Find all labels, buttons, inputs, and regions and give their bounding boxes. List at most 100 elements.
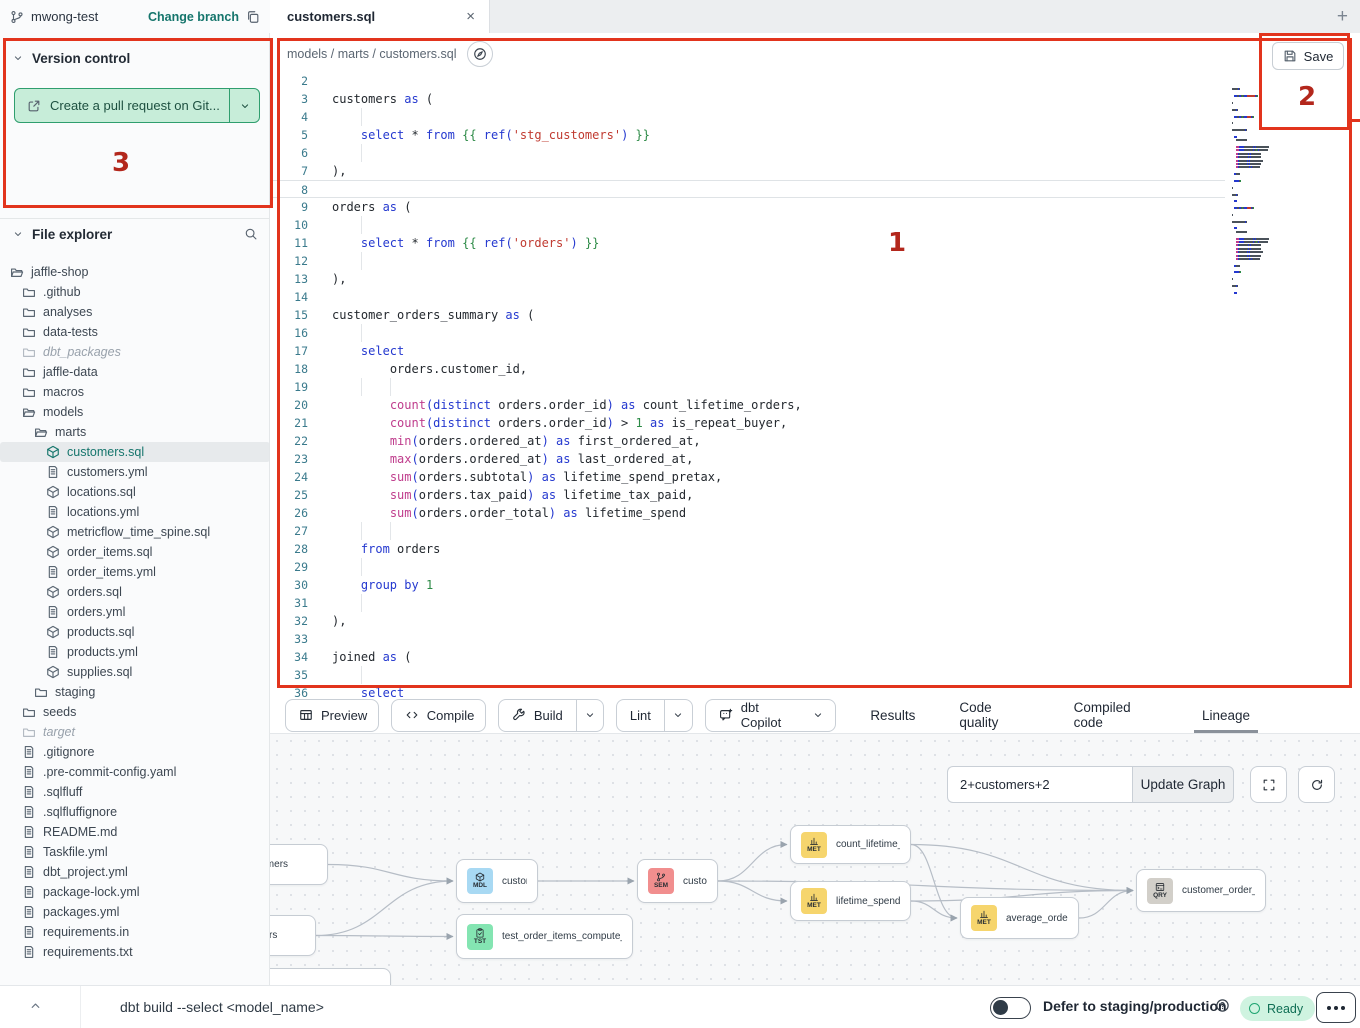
code-line-32[interactable]: 32),	[270, 612, 1360, 630]
tree-item-readme-md[interactable]: README.md	[0, 822, 270, 842]
tree-item-packages-yml[interactable]: packages.yml	[0, 902, 270, 922]
tree-item-marts[interactable]: marts	[0, 422, 270, 442]
code-line-28[interactable]: 28from orders	[270, 540, 1360, 558]
tree-item-locations-sql[interactable]: locations.sql	[0, 482, 270, 502]
tree-item-dbt-project-yml[interactable]: dbt_project.yml	[0, 862, 270, 882]
tree-item-macros[interactable]: macros	[0, 382, 270, 402]
tree-item-products-yml[interactable]: products.yml	[0, 642, 270, 662]
tree-item-taskfile-yml[interactable]: Taskfile.yml	[0, 842, 270, 862]
defer-toggle[interactable]	[990, 997, 1031, 1019]
lineage-selector-input[interactable]	[947, 766, 1132, 803]
compass-icon[interactable]	[467, 41, 493, 67]
code-line-29[interactable]: 29	[270, 558, 1360, 576]
graph-node-qry_metrics[interactable]: QRYcustomer_order_metrics	[1136, 869, 1266, 912]
copy-icon[interactable]	[246, 10, 260, 24]
code-line-10[interactable]: 10	[270, 216, 1360, 234]
code-line-27[interactable]: 27	[270, 522, 1360, 540]
dbt-copilot-button[interactable]: dbt Copilot	[705, 699, 837, 732]
save-button[interactable]: Save	[1272, 42, 1344, 70]
tab-compiled-code[interactable]: Compiled code	[1052, 697, 1180, 733]
command-input[interactable]: dbt build --select <model_name>	[120, 999, 324, 1015]
code-line-9[interactable]: 9orders as (	[270, 198, 1360, 216]
tree-item-seeds[interactable]: seeds	[0, 702, 270, 722]
tree-item--sqlfluff[interactable]: .sqlfluff	[0, 782, 270, 802]
code-line-35[interactable]: 35	[270, 666, 1360, 684]
code-line-7[interactable]: 7),	[270, 162, 1360, 180]
code-line-26[interactable]: 26sum(orders.order_total) as lifetime_sp…	[270, 504, 1360, 522]
tree-item-dbt-packages[interactable]: dbt_packages	[0, 342, 270, 362]
tree-item-customers-yml[interactable]: customers.yml	[0, 462, 270, 482]
pr-dropdown-button[interactable]	[229, 89, 259, 122]
graph-node-stg_customers[interactable]: stg_customers	[270, 844, 328, 885]
caret-up-icon[interactable]	[28, 998, 43, 1013]
tree-item--pre-commit-config-yaml[interactable]: .pre-commit-config.yaml	[0, 762, 270, 782]
tab-lineage[interactable]: Lineage	[1180, 697, 1272, 733]
code-line-3[interactable]: 3customers as (	[270, 90, 1360, 108]
tree-item-customers-sql[interactable]: customers.sql	[0, 442, 270, 462]
code-line-21[interactable]: 21count(distinct orders.order_id) > 1 as…	[270, 414, 1360, 432]
graph-node-stg_orders[interactable]: orders	[270, 915, 316, 956]
graph-node-sem_customers[interactable]: SEMcustomers	[637, 859, 718, 903]
tree-item-metricflow-time-spine-sql[interactable]: metricflow_time_spine.sql	[0, 522, 270, 542]
close-icon[interactable]: ×	[466, 9, 475, 24]
build-button[interactable]: Build	[498, 699, 604, 732]
code-line-2[interactable]: 2	[270, 75, 1360, 90]
update-graph-button[interactable]: Update Graph	[1132, 766, 1234, 803]
code-line-24[interactable]: 24sum(orders.subtotal) as lifetime_spend…	[270, 468, 1360, 486]
code-line-30[interactable]: 30group by 1	[270, 576, 1360, 594]
code-line-16[interactable]: 16	[270, 324, 1360, 342]
code-line-18[interactable]: 18orders.customer_id,	[270, 360, 1360, 378]
code-line-5[interactable]: 5select * from {{ ref('stg_customers') }…	[270, 126, 1360, 144]
code-line-20[interactable]: 20count(distinct orders.order_id) as cou…	[270, 396, 1360, 414]
code-line-8[interactable]: 8	[270, 180, 1225, 198]
code-line-19[interactable]: 19	[270, 378, 1360, 396]
help-icon[interactable]	[1215, 998, 1230, 1013]
code-line-4[interactable]: 4	[270, 108, 1360, 126]
code-line-34[interactable]: 34joined as (	[270, 648, 1360, 666]
graph-node-met_count[interactable]: METcount_lifetime_orders	[790, 825, 911, 864]
tree-item-orders-sql[interactable]: orders.sql	[0, 582, 270, 602]
tab-customers-sql[interactable]: customers.sql ×	[270, 0, 490, 33]
tree-item-order-items-yml[interactable]: order_items.yml	[0, 562, 270, 582]
code-line-14[interactable]: 14	[270, 288, 1360, 306]
graph-node-mdl_customers[interactable]: MDLcustomers	[456, 859, 538, 903]
tree-item-locations-yml[interactable]: locations.yml	[0, 502, 270, 522]
lint-button[interactable]: Lint	[616, 699, 693, 732]
code-line-12[interactable]: 12	[270, 252, 1360, 270]
code-line-23[interactable]: 23max(orders.ordered_at) as last_ordered…	[270, 450, 1360, 468]
tree-item-orders-yml[interactable]: orders.yml	[0, 602, 270, 622]
tree-item-package-lock-yml[interactable]: package-lock.yml	[0, 882, 270, 902]
tab-results[interactable]: Results	[848, 697, 937, 733]
code-line-13[interactable]: 13),	[270, 270, 1360, 288]
tree-item-jaffle-shop[interactable]: jaffle-shop	[0, 262, 270, 282]
preview-button[interactable]: Preview	[285, 699, 379, 732]
tree-item-staging[interactable]: staging	[0, 682, 270, 702]
more-options-button[interactable]	[1316, 992, 1356, 1023]
tree-item--github[interactable]: .github	[0, 282, 270, 302]
graph-node-partial_node[interactable]	[270, 968, 391, 985]
code-line-17[interactable]: 17select	[270, 342, 1360, 360]
tree-item-data-tests[interactable]: data-tests	[0, 322, 270, 342]
code-line-36[interactable]: 36select	[270, 684, 1360, 697]
create-pull-request-button[interactable]: Create a pull request on Git...	[14, 88, 260, 123]
tree-item-order-items-sql[interactable]: order_items.sql	[0, 542, 270, 562]
fullscreen-button[interactable]	[1250, 766, 1287, 803]
code-line-33[interactable]: 33	[270, 630, 1360, 648]
tree-item-models[interactable]: models	[0, 402, 270, 422]
tab-code-quality[interactable]: Code quality	[937, 697, 1051, 733]
tree-item--sqlfluffignore[interactable]: .sqlfluffignore	[0, 802, 270, 822]
tree-item-requirements-txt[interactable]: requirements.txt	[0, 942, 270, 962]
code-line-6[interactable]: 6	[270, 144, 1360, 162]
tree-item-target[interactable]: target	[0, 722, 270, 742]
code-line-15[interactable]: 15customer_orders_summary as (	[270, 306, 1360, 324]
minimap[interactable]	[1232, 85, 1320, 313]
version-control-header[interactable]: Version control	[0, 47, 270, 69]
code-line-31[interactable]: 31	[270, 594, 1360, 612]
code-line-25[interactable]: 25sum(orders.tax_paid) as lifetime_tax_p…	[270, 486, 1360, 504]
file-explorer-header[interactable]: File explorer	[0, 223, 270, 245]
tree-item-supplies-sql[interactable]: supplies.sql	[0, 662, 270, 682]
refresh-button[interactable]	[1298, 766, 1335, 803]
graph-node-tst_order_items[interactable]: TSTtest_order_items_compute_to_bools...	[456, 914, 633, 959]
new-tab-button[interactable]: +	[1337, 0, 1348, 33]
chevron-down-icon[interactable]	[812, 700, 835, 731]
